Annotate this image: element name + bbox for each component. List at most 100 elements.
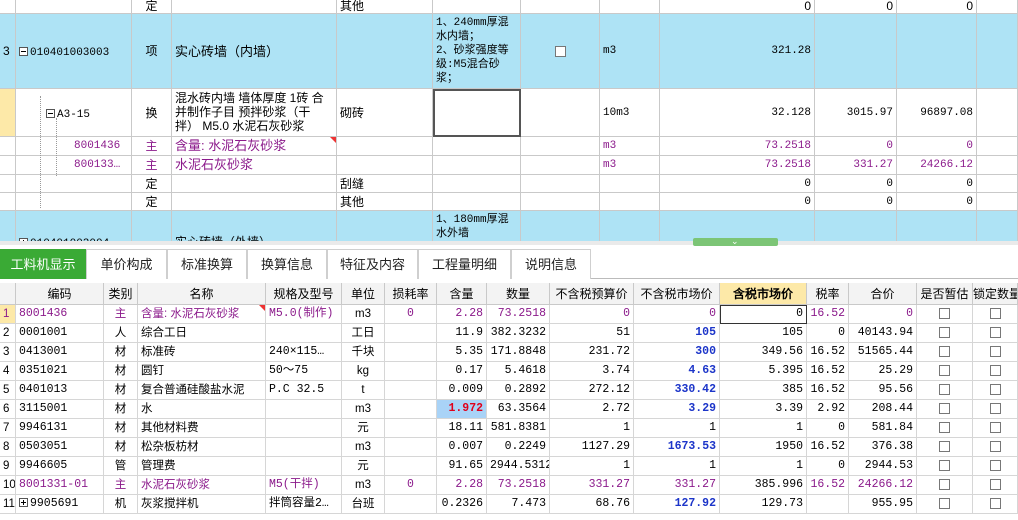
spec-cell[interactable]: M5(干拌) <box>266 476 342 495</box>
resource-row[interactable]: 3 0413001 材标准砖 240×115… 千块 5.35 171.8848 231.72… <box>0 343 1018 362</box>
lock-qty-cell[interactable] <box>973 324 1018 343</box>
tax-market-price-cell[interactable]: 0 <box>720 305 807 324</box>
tab-description[interactable]: 说明信息 <box>511 249 591 279</box>
content-cell[interactable]: 5.35 <box>437 343 487 362</box>
top-row-item[interactable]: 010401003004 实心砖墙（外墙） 1、180mm厚混水外墙 <box>0 211 1018 245</box>
budget-price-cell[interactable]: 0 <box>550 305 634 324</box>
code-cell[interactable]: 800133… <box>16 156 132 175</box>
unit-cell[interactable]: m3 <box>342 476 385 495</box>
quantity-cell[interactable]: 7.473 <box>487 495 550 514</box>
tab-features[interactable]: 特征及内容 <box>327 249 418 279</box>
provisional-cell[interactable] <box>917 438 973 457</box>
resource-row[interactable]: 4 0351021 材圆钉 50～75 kg 0.17 5.4618 3.74 4.63 5.39… <box>0 362 1018 381</box>
col-name[interactable]: 名称 <box>138 283 266 305</box>
provisional-cell[interactable] <box>917 305 973 324</box>
checkbox-icon[interactable] <box>939 327 950 339</box>
tab-standard-conversion[interactable]: 标准换算 <box>167 249 247 279</box>
name-cell[interactable]: 实心砖墙（内墙） <box>172 14 337 89</box>
resource-row[interactable]: 8 0503051 材松杂板枋材 m3 0.007 0.2249 1127.29 1673.5… <box>0 438 1018 457</box>
col-content[interactable]: 含量 <box>437 283 487 305</box>
quantity-cell[interactable]: 73.2518 <box>487 476 550 495</box>
code-cell[interactable]: 0001001 <box>16 324 104 343</box>
total-cell[interactable]: 51565.44 <box>849 343 917 362</box>
loss-rate-cell[interactable] <box>385 495 437 514</box>
expand-minus-icon[interactable] <box>19 47 28 57</box>
total-cell[interactable]: 40143.94 <box>849 324 917 343</box>
provisional-cell[interactable] <box>917 457 973 476</box>
lock-qty-cell[interactable] <box>973 343 1018 362</box>
lock-qty-cell[interactable] <box>973 305 1018 324</box>
panel-splitter[interactable] <box>0 241 1018 245</box>
col-tax-market-price[interactable]: 含税市场价 <box>720 283 807 305</box>
spec-cell[interactable]: P.C 32.5 <box>266 381 342 400</box>
budget-price-cell[interactable]: 272.12 <box>550 381 634 400</box>
name-cell[interactable]: 综合工日 <box>138 324 266 343</box>
content-cell[interactable]: 2.28 <box>437 476 487 495</box>
resource-row[interactable]: 5 0401013 材复合普通硅酸盐水泥 P.C 32.5 t 0.009 0.2892 27… <box>0 381 1018 400</box>
quantity-cell[interactable]: 5.4618 <box>487 362 550 381</box>
unit-cell[interactable]: 千块 <box>342 343 385 362</box>
checkbox-icon[interactable] <box>989 346 1001 358</box>
budget-price-cell[interactable]: 2.72 <box>550 400 634 419</box>
name-cell[interactable]: 含量: 水泥石灰砂浆 <box>172 137 337 156</box>
code-cell[interactable]: 0413001 <box>16 343 104 362</box>
content-cell[interactable]: 0.009 <box>437 381 487 400</box>
loss-rate-cell[interactable] <box>385 343 437 362</box>
tab-labor-material[interactable]: 工料机显示 <box>0 249 86 279</box>
name-cell[interactable]: 混水砖内墙 墙体厚度 1砖 合并制作子目 预拌砂浆（干拌） M5.0 水泥石灰砂… <box>172 89 337 137</box>
tab-unit-price[interactable]: 单价构成 <box>86 249 167 279</box>
spec-cell[interactable] <box>266 400 342 419</box>
col-provisional[interactable]: 是否暂估 <box>917 283 973 305</box>
col-unit[interactable]: 单位 <box>342 283 385 305</box>
market-price-cell[interactable]: 105 <box>634 324 720 343</box>
col-type[interactable]: 类别 <box>104 283 138 305</box>
checkbox-cell[interactable] <box>521 14 600 89</box>
checkbox-icon[interactable] <box>989 384 1001 396</box>
name-cell[interactable]: 圆钉 <box>138 362 266 381</box>
budget-price-cell[interactable]: 3.74 <box>550 362 634 381</box>
spec-cell[interactable]: 拌筒容量2… <box>266 495 342 514</box>
lock-qty-cell[interactable] <box>973 476 1018 495</box>
checkbox-icon[interactable] <box>989 365 1001 377</box>
resource-row[interactable]: 2 0001001 人综合工日 工日 11.9 382.3232 51 105 105 0 4014… <box>0 324 1018 343</box>
checkbox-icon[interactable] <box>939 384 950 396</box>
code-cell[interactable]: 8001436 <box>16 305 104 324</box>
expand-plus-icon[interactable] <box>19 498 28 508</box>
lock-qty-cell[interactable] <box>973 457 1018 476</box>
feature-cell[interactable]: 1、180mm厚混水外墙 <box>433 211 521 245</box>
content-cell[interactable]: 2.28 <box>437 305 487 324</box>
quantity-cell[interactable]: 0.2249 <box>487 438 550 457</box>
spec-cell[interactable]: 240×115… <box>266 343 342 362</box>
checkbox-icon[interactable] <box>939 365 950 377</box>
lock-qty-cell[interactable] <box>973 400 1018 419</box>
spec-cell[interactable] <box>266 324 342 343</box>
total-cell[interactable]: 376.38 <box>849 438 917 457</box>
budget-price-cell[interactable]: 1 <box>550 457 634 476</box>
code-cell[interactable]: 0351021 <box>16 362 104 381</box>
budget-price-cell[interactable]: 331.27 <box>550 476 634 495</box>
tax-market-price-cell[interactable]: 105 <box>720 324 807 343</box>
code-cell[interactable]: 9946605 <box>16 457 104 476</box>
name-cell[interactable]: 标准砖 <box>138 343 266 362</box>
loss-rate-cell[interactable] <box>385 438 437 457</box>
provisional-cell[interactable] <box>917 495 973 514</box>
checkbox-icon[interactable] <box>939 498 950 510</box>
tab-quantity-detail[interactable]: 工程量明细 <box>418 249 511 279</box>
name-cell[interactable]: 其他材料费 <box>138 419 266 438</box>
top-row[interactable]: 定 其他 0 0 0 <box>0 193 1018 211</box>
checkbox-icon[interactable] <box>989 403 1001 415</box>
loss-rate-cell[interactable]: 0 <box>385 476 437 495</box>
lock-qty-cell[interactable] <box>973 419 1018 438</box>
tax-market-price-cell[interactable]: 1950 <box>720 438 807 457</box>
name-cell[interactable]: 松杂板枋材 <box>138 438 266 457</box>
unit-cell[interactable]: m3 <box>342 305 385 324</box>
code-cell[interactable]: 010401003004 <box>16 211 132 245</box>
col-spec[interactable]: 规格及型号 <box>266 283 342 305</box>
name-cell[interactable]: 水 <box>138 400 266 419</box>
market-price-cell[interactable]: 0 <box>634 305 720 324</box>
unit-cell[interactable]: m3 <box>342 438 385 457</box>
budget-price-cell[interactable]: 231.72 <box>550 343 634 362</box>
code-cell[interactable]: A3-15 <box>16 89 132 137</box>
loss-rate-cell[interactable] <box>385 400 437 419</box>
feature-cell[interactable]: 1、240mm厚混水内墙； 2、砂浆强度等级:M5混合砂浆； <box>433 14 521 89</box>
